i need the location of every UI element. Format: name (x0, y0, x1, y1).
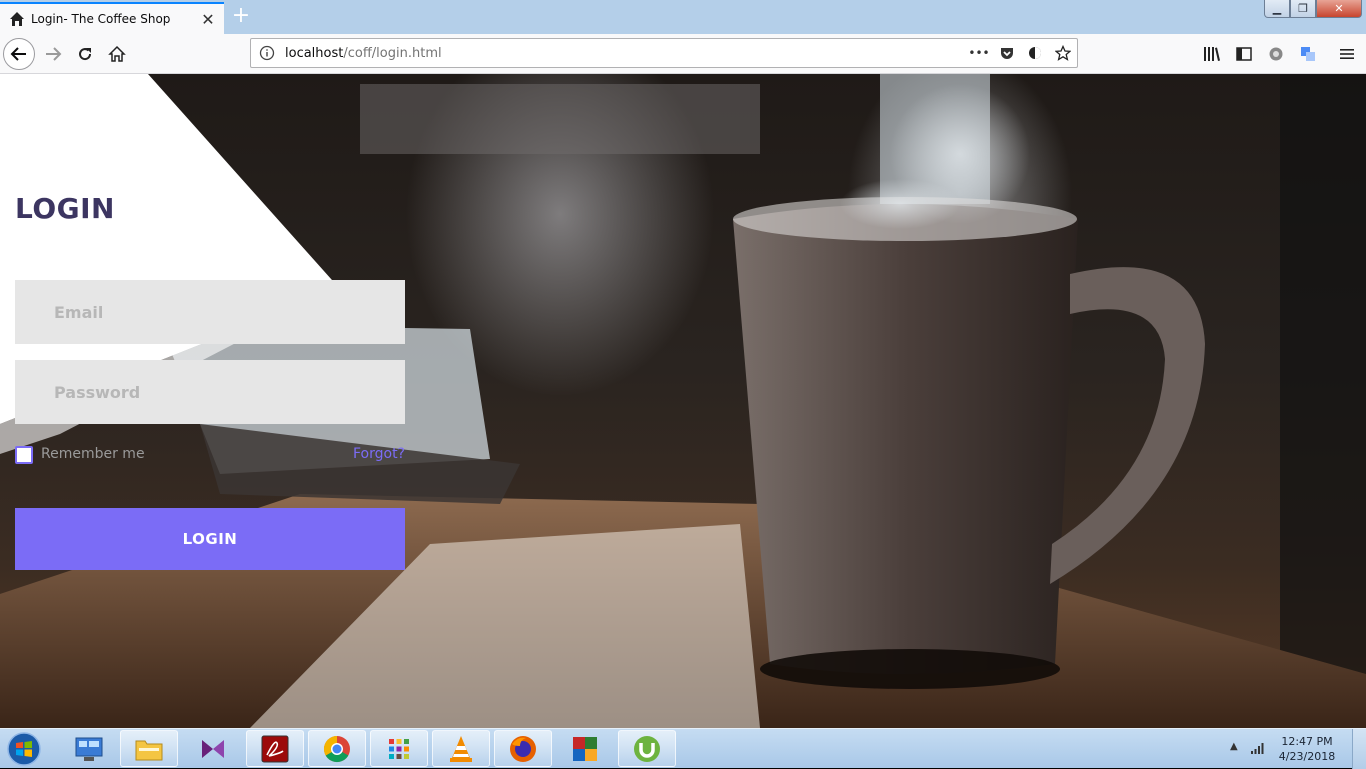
email-field[interactable] (15, 280, 405, 344)
taskbar-acrobat[interactable] (246, 730, 304, 767)
home-button[interactable] (101, 38, 133, 70)
translate-icon (1301, 47, 1315, 61)
browser-tab-strip: Login- The Coffee Shop ✕ + ▁ ❐ ✕ (0, 0, 1366, 34)
new-tab-button[interactable]: + (228, 4, 254, 30)
extension-button[interactable] (1260, 38, 1292, 70)
clock-date: 4/23/2018 (1278, 750, 1336, 763)
minimize-button[interactable]: ▁ (1264, 0, 1290, 18)
bookmark-star-icon[interactable] (1049, 39, 1077, 67)
home-icon (108, 45, 126, 62)
login-heading: LOGIN (15, 192, 115, 225)
window-controls: ▁ ❐ ✕ (1264, 0, 1362, 18)
library-button[interactable] (1196, 38, 1228, 70)
menu-button[interactable] (1331, 38, 1363, 70)
browser-toolbar: localhost /coff/login.html ••• (0, 34, 1366, 74)
window-close-button[interactable]: ✕ (1316, 0, 1362, 18)
show-desktop-button[interactable] (1352, 729, 1366, 769)
reload-icon (79, 48, 92, 61)
tracking-protection-icon[interactable] (1021, 39, 1049, 67)
visual-studio-icon (202, 739, 224, 758)
taskbar-library-app[interactable] (60, 730, 118, 767)
windows-logo-icon (7, 732, 41, 766)
url-path: /coff/login.html (343, 45, 442, 61)
address-bar[interactable]: localhost /coff/login.html ••• (250, 38, 1078, 68)
forward-arrow-icon (46, 47, 62, 61)
back-button[interactable] (3, 38, 35, 70)
winrar-icon (573, 736, 597, 761)
folder-icon (135, 740, 163, 760)
taskbar-chrome[interactable] (308, 730, 366, 767)
start-button[interactable] (4, 731, 44, 767)
site-info-icon[interactable] (259, 45, 275, 61)
utorrent-icon (634, 735, 660, 762)
password-field[interactable] (15, 360, 405, 424)
remember-me-label[interactable]: Remember me (41, 446, 145, 462)
login-page: LOGIN Remember me Forgot? LOGIN (0, 74, 1366, 728)
sidebar-button[interactable] (1228, 38, 1260, 70)
vlc-cone-icon (450, 735, 472, 762)
translate-extension-button[interactable] (1292, 38, 1324, 70)
url-host: localhost (285, 45, 344, 61)
sidebar-icon (1236, 47, 1252, 61)
hamburger-menu-icon (1340, 49, 1354, 59)
taskbar-app-grid[interactable] (370, 730, 428, 767)
network-signal-icon[interactable] (1250, 741, 1266, 755)
pocket-icon[interactable] (993, 39, 1021, 67)
app-grid-icon (389, 738, 409, 759)
remember-me-checkbox[interactable] (15, 446, 33, 464)
taskbar-clock[interactable]: 12:47 PM 4/23/2018 (1272, 734, 1342, 764)
reload-button[interactable] (69, 38, 101, 70)
tab-close-icon[interactable]: ✕ (198, 10, 218, 29)
login-button[interactable]: LOGIN (15, 508, 405, 570)
windows-taskbar: ▲ 12:47 PM 4/23/2018 (0, 728, 1366, 769)
clock-time: 12:47 PM (1281, 735, 1333, 748)
extension-icon (1269, 47, 1283, 61)
taskbar-vlc[interactable] (432, 730, 490, 767)
library-icon (1204, 47, 1220, 61)
taskbar-firefox[interactable] (494, 730, 552, 767)
home-icon (10, 12, 24, 26)
page-actions-menu-icon[interactable]: ••• (965, 39, 993, 67)
chrome-icon (323, 735, 350, 762)
restore-button[interactable]: ❐ (1290, 0, 1316, 18)
taskbar-file-explorer[interactable] (120, 730, 178, 767)
forward-button[interactable] (37, 38, 69, 70)
show-hidden-icons-chevron-icon[interactable]: ▲ (1230, 741, 1238, 752)
taskbar-visual-studio[interactable] (184, 730, 242, 767)
forgot-password-link[interactable]: Forgot? (353, 446, 405, 462)
remember-row: Remember me Forgot? (15, 445, 405, 465)
pdf-reader-icon (261, 735, 289, 762)
firefox-icon (510, 735, 536, 762)
taskbar-winrar[interactable] (556, 730, 614, 767)
library-app-icon (75, 737, 103, 761)
tab-title: Login- The Coffee Shop (31, 12, 171, 26)
taskbar-utorrent[interactable] (618, 730, 676, 767)
browser-tab-active[interactable]: Login- The Coffee Shop ✕ (0, 2, 224, 34)
back-arrow-icon (10, 47, 26, 61)
